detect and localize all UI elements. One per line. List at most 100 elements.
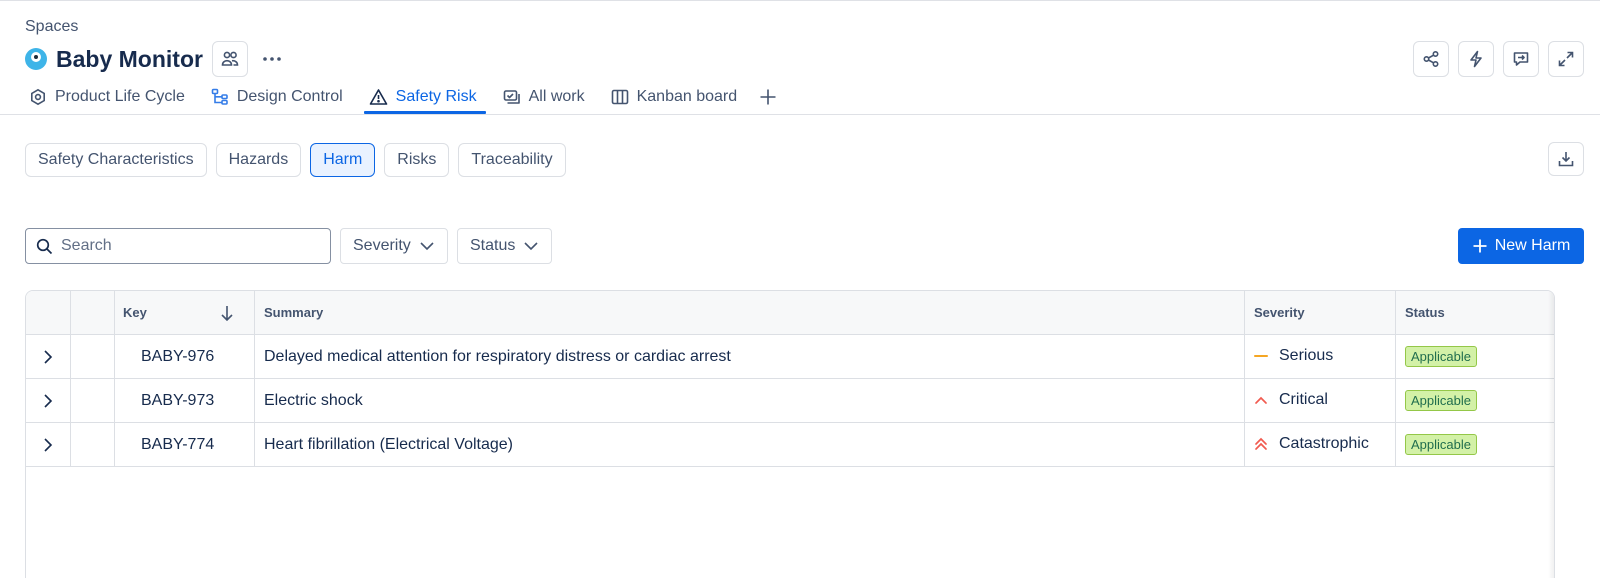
tab-label: Design Control <box>236 88 343 105</box>
more-actions-button[interactable] <box>254 41 290 77</box>
severity-catastrophic-icon <box>1254 437 1270 451</box>
select-column-header <box>71 291 115 334</box>
row-severity[interactable]: Critical <box>1245 379 1396 422</box>
header-actions <box>1413 41 1584 77</box>
sort-descending-icon[interactable] <box>220 305 234 321</box>
status-filter[interactable]: Status <box>457 228 553 264</box>
subtab-traceability[interactable]: Traceability <box>458 143 566 177</box>
search-icon <box>36 238 53 254</box>
subtab-hazards[interactable]: Hazards <box>215 143 302 177</box>
tab-label: Kanban board <box>636 88 738 105</box>
table-row[interactable]: BABY-774 Heart fibrillation (Electrical … <box>26 423 1554 467</box>
space-tabs: Product Life Cycle Design Control Safety… <box>25 86 777 115</box>
severity-label: Serious <box>1279 346 1334 364</box>
status-filter-label: Status <box>470 237 516 254</box>
column-header-status[interactable]: Status <box>1396 291 1554 334</box>
severity-filter-label: Severity <box>353 237 411 254</box>
page-title: Baby Monitor <box>56 45 203 72</box>
severity-label: Catastrophic <box>1279 434 1369 452</box>
chevron-down-icon <box>419 241 435 251</box>
tree-icon <box>211 88 229 106</box>
people-button[interactable] <box>211 41 248 77</box>
row-key[interactable]: BABY-976 <box>115 335 255 378</box>
row-status[interactable]: Applicable <box>1396 423 1554 466</box>
people-icon <box>221 51 239 66</box>
status-badge: Applicable <box>1405 434 1477 455</box>
row-severity[interactable]: Serious <box>1245 335 1396 378</box>
new-harm-button[interactable]: New Harm <box>1458 228 1584 264</box>
row-status[interactable]: Applicable <box>1396 335 1554 378</box>
plus-icon <box>1472 238 1488 254</box>
harm-table: Key Summary Severity Status BABY-976 Del… <box>25 290 1555 578</box>
chevron-right-icon <box>44 393 53 408</box>
chevron-down-icon <box>523 241 539 251</box>
row-summary[interactable]: Delayed medical attention for respirator… <box>255 335 1245 378</box>
plus-icon <box>760 89 776 105</box>
search-field[interactable] <box>25 228 331 264</box>
share-icon <box>1423 50 1439 68</box>
view-switcher: Safety Characteristics Hazards Harm Risk… <box>25 143 566 177</box>
row-severity[interactable]: Catastrophic <box>1245 423 1396 466</box>
tab-label: All work <box>528 88 585 105</box>
table-header-row: Key Summary Severity Status <box>26 291 1554 335</box>
column-header-summary[interactable]: Summary <box>255 291 1245 334</box>
feedback-icon <box>1513 52 1529 66</box>
severity-filter[interactable]: Severity <box>340 228 448 264</box>
severity-serious-icon <box>1254 354 1270 358</box>
warning-icon <box>369 88 388 106</box>
download-button[interactable] <box>1548 142 1584 176</box>
status-badge: Applicable <box>1405 346 1477 367</box>
expand-row-button[interactable] <box>26 423 71 466</box>
table-row[interactable]: BABY-973 Electric shock Critical Applica… <box>26 379 1554 423</box>
tab-design-control[interactable]: Design Control <box>207 86 347 108</box>
subtab-safety-characteristics[interactable]: Safety Characteristics <box>25 143 207 177</box>
expand-column-header <box>26 291 71 334</box>
new-harm-label: New Harm <box>1494 237 1571 254</box>
breadcrumb[interactable]: Spaces <box>25 18 78 36</box>
tab-safety-risk[interactable]: Safety Risk <box>363 86 486 114</box>
row-select-cell[interactable] <box>71 335 115 378</box>
automation-button[interactable] <box>1458 41 1494 77</box>
feedback-button[interactable] <box>1503 41 1539 77</box>
row-key[interactable]: BABY-774 <box>115 423 255 466</box>
top-border <box>0 0 1600 1</box>
fullscreen-button[interactable] <box>1548 41 1584 77</box>
row-summary[interactable]: Electric shock <box>255 379 1245 422</box>
tab-label: Safety Risk <box>395 88 477 105</box>
severity-label: Critical <box>1279 390 1328 408</box>
more-icon <box>263 57 281 61</box>
search-input[interactable] <box>61 237 311 255</box>
lifecycle-icon <box>29 88 47 106</box>
severity-critical-icon <box>1254 395 1270 405</box>
row-summary[interactable]: Heart fibrillation (Electrical Voltage) <box>255 423 1245 466</box>
chevron-right-icon <box>44 437 53 452</box>
row-select-cell[interactable] <box>71 423 115 466</box>
row-select-cell[interactable] <box>71 379 115 422</box>
tab-all-work[interactable]: All work <box>499 86 589 108</box>
download-icon <box>1558 152 1574 167</box>
page-header: Baby Monitor <box>25 41 290 77</box>
column-header-label: Key <box>123 305 147 320</box>
expand-icon <box>1558 51 1574 67</box>
tab-product-life-cycle[interactable]: Product Life Cycle <box>25 86 189 108</box>
column-header-key[interactable]: Key <box>115 291 255 334</box>
tab-label: Product Life Cycle <box>55 88 185 105</box>
row-status[interactable]: Applicable <box>1396 379 1554 422</box>
lightning-icon <box>1470 50 1482 68</box>
tabs-divider <box>0 114 1600 115</box>
subtab-risks[interactable]: Risks <box>384 143 450 177</box>
row-key[interactable]: BABY-973 <box>115 379 255 422</box>
expand-row-button[interactable] <box>26 335 71 378</box>
tab-kanban-board[interactable]: Kanban board <box>607 86 742 108</box>
subtab-harm[interactable]: Harm <box>310 143 376 177</box>
work-items-icon <box>503 88 521 106</box>
add-tab-button[interactable] <box>759 86 777 108</box>
board-icon <box>611 88 629 106</box>
table-row[interactable]: BABY-976 Delayed medical attention for r… <box>26 335 1554 379</box>
space-avatar-icon <box>25 48 47 70</box>
chevron-right-icon <box>44 349 53 364</box>
expand-row-button[interactable] <box>26 379 71 422</box>
status-badge: Applicable <box>1405 390 1477 411</box>
column-header-severity[interactable]: Severity <box>1245 291 1396 334</box>
share-button[interactable] <box>1413 41 1449 77</box>
